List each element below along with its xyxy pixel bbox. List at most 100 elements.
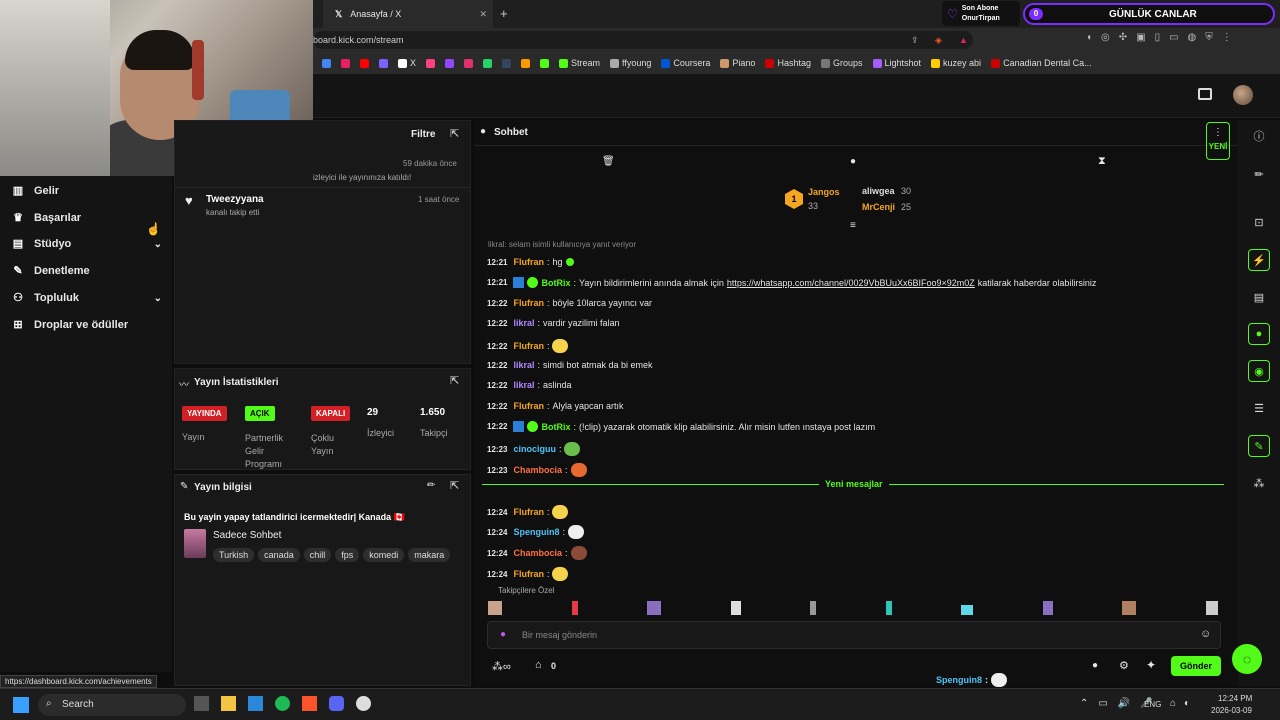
chat-username[interactable]: Flufran: [513, 507, 544, 517]
bookmark-item[interactable]: [464, 58, 474, 68]
photos-icon[interactable]: [248, 696, 263, 711]
chat-username[interactable]: BotRix: [541, 278, 570, 288]
chat-username[interactable]: BotRix: [541, 422, 570, 432]
lightning-icon[interactable]: ⚡: [1248, 249, 1270, 271]
top-gifter-name[interactable]: MrCenji: [862, 202, 895, 212]
send-button[interactable]: Gönder: [1171, 656, 1221, 676]
popout-icon[interactable]: ⇱: [450, 127, 459, 140]
mic-icon[interactable]: ●: [500, 629, 506, 640]
store-icon[interactable]: ⌂: [535, 659, 542, 671]
filter-button[interactable]: Filtre: [411, 129, 435, 140]
chat-input[interactable]: ● Bir mesaj gönderin ☺: [487, 621, 1221, 649]
bookmark-item[interactable]: Stream: [559, 58, 600, 68]
sidebar-item-denetleme[interactable]: ✎ Denetleme: [12, 265, 89, 277]
chat-bubble-icon[interactable]: ●: [1092, 660, 1098, 671]
brave-shield-icon[interactable]: ◈: [935, 31, 942, 49]
menu-button[interactable]: ⋮ YENİ: [1206, 122, 1230, 160]
chevron-down-icon[interactable]: ⌄: [154, 239, 162, 250]
chat-username[interactable]: likral: [513, 380, 534, 390]
sidebar-item-topluluk[interactable]: ⚇ Topluluk ⌄: [12, 292, 162, 304]
file-explorer-icon[interactable]: [221, 696, 236, 711]
edit-icon[interactable]: ✏: [427, 480, 435, 491]
bookmark-item[interactable]: [426, 58, 436, 68]
edit-icon[interactable]: ✏: [1248, 163, 1270, 185]
spotify-icon[interactable]: [275, 696, 290, 711]
chat-username[interactable]: likral: [513, 318, 534, 328]
rewards-icon[interactable]: ▲: [959, 31, 968, 49]
chat-username[interactable]: Chambocia: [513, 465, 562, 475]
bookmark-item[interactable]: Piano: [720, 58, 755, 68]
sidebar-item-basarilar[interactable]: ♛ Başarılar: [12, 212, 81, 224]
trash-icon[interactable]: 🗑: [602, 156, 615, 167]
emote-picker-icon[interactable]: ✦: [1146, 658, 1156, 672]
chevron-down-icon[interactable]: ⌄: [154, 293, 162, 304]
discord-icon[interactable]: [329, 696, 344, 711]
windows-start-icon[interactable]: [13, 697, 29, 713]
top-gifter-name[interactable]: aliwgea: [862, 186, 895, 196]
bookmark-item[interactable]: Hashtag: [765, 58, 811, 68]
chat-username[interactable]: Flufran: [513, 257, 544, 267]
bookmark-item[interactable]: X: [398, 58, 416, 68]
sidebar-item-gelir[interactable]: ▥ Gelir: [12, 185, 59, 197]
close-icon[interactable]: ✕: [479, 9, 487, 20]
top-gifter-name[interactable]: Jangos: [808, 187, 840, 197]
connections-icon[interactable]: ⁂: [1248, 472, 1270, 494]
tray-network-icon[interactable]: ⌂◐: [1170, 698, 1198, 709]
chat-username[interactable]: Chambocia: [513, 548, 562, 558]
taskview-icon[interactable]: [194, 696, 209, 711]
bookmark-item[interactable]: [483, 58, 493, 68]
broadcast-icon[interactable]: ◉: [1248, 360, 1270, 382]
tag[interactable]: komedi: [363, 548, 405, 562]
bookmark-item[interactable]: [360, 58, 369, 68]
tag[interactable]: makara: [408, 548, 451, 562]
chat-username[interactable]: Spenguin8: [513, 527, 559, 537]
chat-username[interactable]: Flufran: [513, 569, 544, 579]
support-icon[interactable]: ◌: [1232, 644, 1262, 674]
sidebar-item-droplar[interactable]: ⊞ Droplar ve ödüller: [12, 319, 128, 331]
info-icon[interactable]: ⓘ: [1248, 125, 1270, 147]
popout-icon[interactable]: ⇱: [450, 479, 459, 492]
avatar[interactable]: [1233, 85, 1253, 105]
bookmark-item[interactable]: [502, 58, 512, 68]
bookmark-item[interactable]: kuzey abi: [931, 58, 981, 68]
chat-username[interactable]: Flufran: [513, 298, 544, 308]
bookmark-item[interactable]: Coursera: [661, 58, 710, 68]
bookmark-item[interactable]: Lightshot: [872, 58, 921, 68]
bookmark-item[interactable]: [341, 58, 350, 68]
share-icon[interactable]: ⇪: [911, 31, 919, 49]
bookmark-item[interactable]: Groups: [820, 58, 863, 68]
url-field[interactable]: board.kick.com/stream ⇪ ◈ ▲: [313, 31, 973, 49]
language-indicator[interactable]: ENG: [1144, 700, 1161, 709]
obs-icon[interactable]: [356, 696, 371, 711]
popout-icon[interactable]: ⇱: [450, 374, 459, 387]
expand-icon[interactable]: ≡: [850, 220, 856, 231]
hourglass-icon[interactable]: ⧗: [1098, 155, 1106, 168]
bookmark-item[interactable]: ffyoung: [610, 58, 651, 68]
layers-icon[interactable]: ☰: [1248, 397, 1270, 419]
message-link[interactable]: https://whatsapp.com/channel/0029VbBUuXx…: [727, 278, 975, 288]
tag[interactable]: fps: [335, 548, 360, 562]
chat-icon[interactable]: ●: [1248, 323, 1270, 345]
clock-date[interactable]: 2026-03-09: [1211, 706, 1252, 715]
taskbar-search[interactable]: ⌕ Search: [38, 694, 186, 716]
tag[interactable]: chill: [303, 548, 332, 562]
emoji-icon[interactable]: ☺: [1200, 628, 1211, 640]
clock-time[interactable]: 12:24 PM: [1218, 694, 1252, 703]
bookmark-item[interactable]: [521, 58, 531, 68]
bookmark-item[interactable]: [322, 58, 331, 68]
chat-username[interactable]: likral: [513, 360, 534, 370]
wrench-icon[interactable]: ✎: [1248, 435, 1270, 457]
clipboard-icon[interactable]: ▤: [1248, 286, 1270, 308]
bookmark-item[interactable]: [379, 58, 388, 68]
bookmark-item[interactable]: [540, 58, 550, 68]
bookmark-item[interactable]: [445, 58, 455, 68]
tag[interactable]: canada: [258, 548, 300, 562]
new-tab-button[interactable]: +: [500, 6, 508, 21]
tag[interactable]: Turkish: [213, 548, 255, 562]
chat-username[interactable]: Flufran: [513, 401, 544, 411]
channel-points-icon[interactable]: ⁂∞: [492, 660, 511, 673]
chat-username[interactable]: cinociguu: [513, 444, 556, 454]
mod-view-icon[interactable]: [1198, 88, 1212, 100]
gear-icon[interactable]: ⚙: [1119, 659, 1129, 672]
scan-icon[interactable]: ⊡: [1248, 211, 1270, 233]
